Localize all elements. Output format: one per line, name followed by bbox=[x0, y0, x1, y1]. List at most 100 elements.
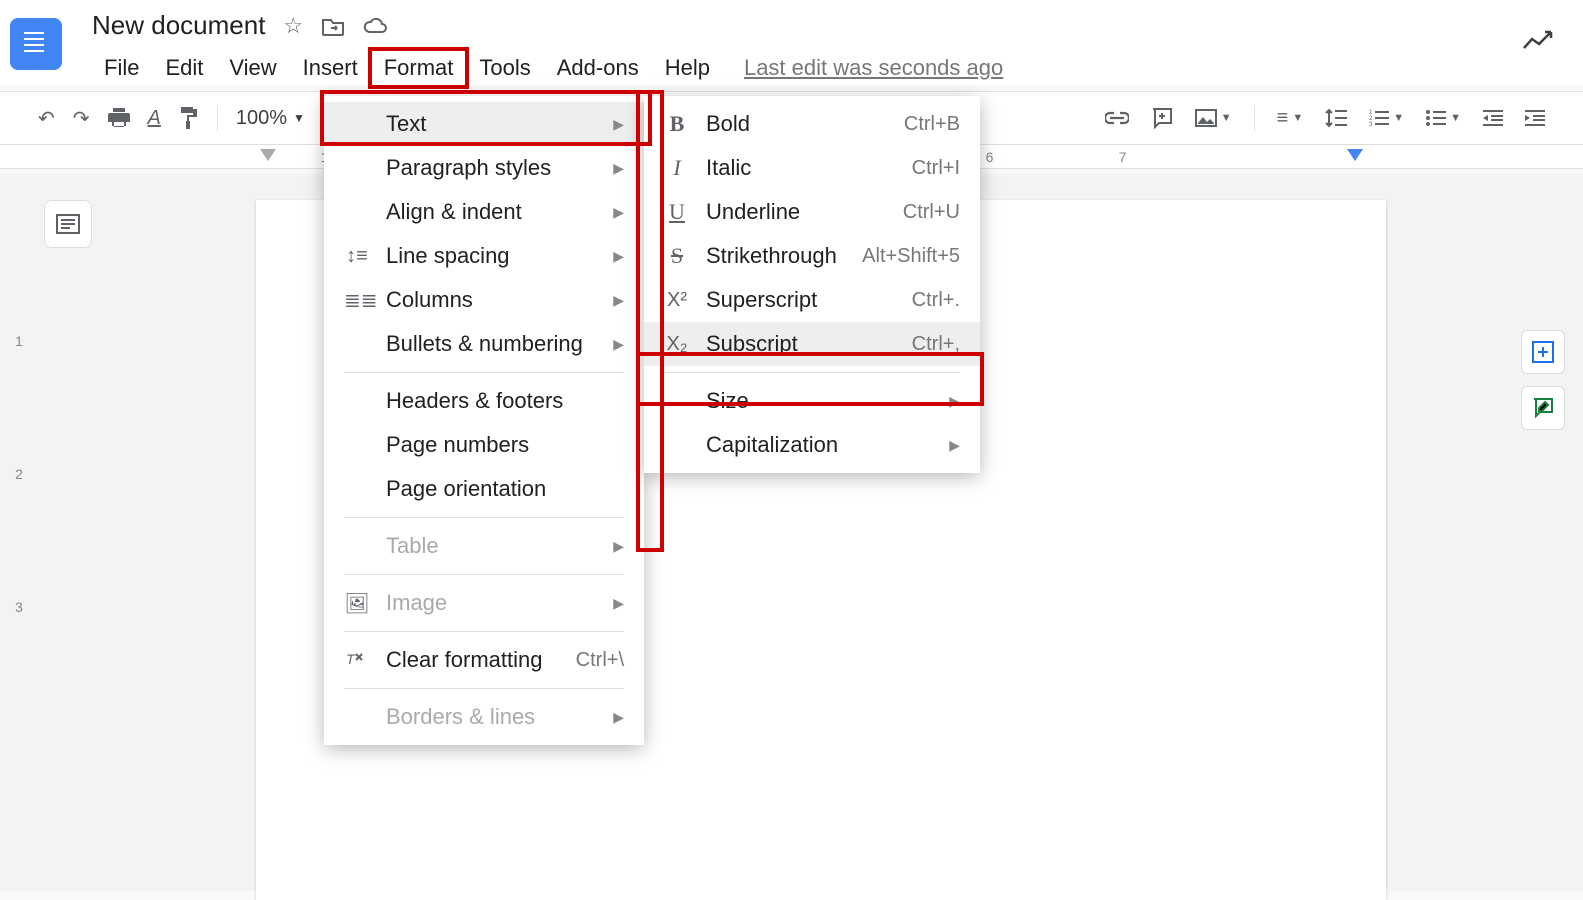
menu-item-icon: T bbox=[344, 650, 370, 670]
menu-insert[interactable]: Insert bbox=[291, 51, 370, 85]
menu-item-label: Page orientation bbox=[386, 476, 624, 502]
increase-indent-button[interactable] bbox=[1525, 109, 1545, 127]
menu-item-shortcut: Ctrl+U bbox=[903, 201, 960, 224]
undo-button[interactable]: ↶ bbox=[38, 106, 55, 131]
text-item-superscript[interactable]: X²SuperscriptCtrl+. bbox=[644, 278, 980, 322]
redo-button[interactable]: ↷ bbox=[73, 106, 90, 131]
ruler-tick: 1 bbox=[6, 333, 32, 466]
submenu-arrow-icon: ▶ bbox=[613, 336, 624, 353]
menu-item-icon: ↕≡ bbox=[344, 245, 370, 268]
text-item-subscript[interactable]: X₂SubscriptCtrl+, bbox=[644, 322, 980, 366]
ruler-tick: 2 bbox=[6, 466, 32, 599]
insert-link-button[interactable] bbox=[1105, 111, 1129, 125]
menu-item-label: Align & indent bbox=[386, 199, 597, 225]
menu-file[interactable]: File bbox=[92, 51, 151, 85]
menu-item-label: Headers & footers bbox=[386, 388, 624, 414]
menu-item-icon: ≣≣ bbox=[344, 288, 370, 313]
menu-item-shortcut: Ctrl+, bbox=[912, 333, 960, 356]
text-item-underline[interactable]: U Underline Ctrl+U bbox=[644, 190, 980, 234]
last-edit-link[interactable]: Last edit was seconds ago bbox=[744, 55, 1003, 81]
format-item-line-spacing[interactable]: ↕≡Line spacing▶ bbox=[324, 234, 644, 278]
menu-item-icon: S bbox=[664, 243, 690, 269]
menu-item-label: Superscript bbox=[706, 287, 896, 313]
menu-item-label: Strikethrough bbox=[706, 243, 846, 269]
menu-item-label: Bullets & numbering bbox=[386, 331, 597, 357]
menu-item-label: Page numbers bbox=[386, 432, 624, 458]
text-item-size[interactable]: Size ▶ bbox=[644, 379, 980, 423]
text-submenu-dropdown: B Bold Ctrl+B IItalicCtrl+I U Underline Ctrl+U… bbox=[644, 96, 980, 473]
insert-image-button[interactable]: ▼ bbox=[1195, 109, 1232, 127]
format-item-borders-lines: Borders & lines▶ bbox=[324, 695, 644, 739]
text-item-strikethrough[interactable]: S Strikethrough Alt+Shift+5 bbox=[644, 234, 980, 278]
text-item-italic[interactable]: IItalicCtrl+I bbox=[644, 146, 980, 190]
menu-item-icon: 🖼 bbox=[344, 591, 370, 616]
text-item-capitalization[interactable]: Capitalization▶ bbox=[644, 423, 980, 467]
menu-format[interactable]: Format bbox=[372, 51, 466, 85]
line-spacing-button[interactable] bbox=[1325, 108, 1347, 128]
menu-item-icon: I bbox=[664, 155, 690, 181]
print-button[interactable] bbox=[108, 108, 130, 128]
submenu-arrow-icon: ▶ bbox=[949, 393, 960, 410]
format-item-text[interactable]: Text ▶ bbox=[324, 102, 644, 146]
spellcheck-button[interactable]: A bbox=[148, 107, 161, 130]
separator bbox=[217, 105, 218, 131]
menu-item-label: Clear formatting bbox=[386, 647, 560, 673]
submenu-arrow-icon: ▶ bbox=[613, 292, 624, 309]
show-outline-button[interactable] bbox=[44, 200, 92, 248]
decrease-indent-button[interactable] bbox=[1483, 109, 1503, 127]
text-item-bold[interactable]: B Bold Ctrl+B bbox=[644, 102, 980, 146]
svg-text:3: 3 bbox=[1369, 122, 1373, 127]
doc-title[interactable]: New document bbox=[92, 10, 265, 41]
zoom-select[interactable]: 100% ▼ bbox=[236, 107, 305, 130]
menu-item-label: Size bbox=[706, 388, 933, 414]
menu-item-label: Columns bbox=[386, 287, 597, 313]
format-item-page-orientation[interactable]: Page orientation bbox=[324, 467, 644, 511]
bulleted-list-button[interactable]: ▼ bbox=[1426, 109, 1461, 127]
menu-item-label: Subscript bbox=[706, 331, 896, 357]
menu-item-shortcut: Alt+Shift+5 bbox=[862, 245, 960, 268]
format-item-headers-footers[interactable]: Headers & footers bbox=[324, 379, 644, 423]
menu-item-icon: B bbox=[664, 111, 690, 137]
menu-item-label: Text bbox=[386, 111, 597, 137]
menu-item-label: Paragraph styles bbox=[386, 155, 597, 181]
vertical-ruler[interactable]: 1 2 3 bbox=[6, 200, 32, 732]
format-item-clear-formatting[interactable]: T Clear formatting Ctrl+\ bbox=[324, 638, 644, 682]
format-item-bullets-numbering[interactable]: Bullets & numbering ▶ bbox=[324, 322, 644, 366]
format-item-paragraph-styles[interactable]: Paragraph styles▶ bbox=[324, 146, 644, 190]
format-item-columns[interactable]: ≣≣ Columns ▶ bbox=[324, 278, 644, 322]
separator bbox=[1254, 105, 1255, 131]
menu-addons[interactable]: Add-ons bbox=[545, 51, 651, 85]
menu-item-icon: U bbox=[664, 199, 690, 225]
menu-help[interactable]: Help bbox=[653, 51, 722, 85]
submenu-arrow-icon: ▶ bbox=[613, 116, 624, 133]
format-item-align-indent[interactable]: Align & indent ▶ bbox=[324, 190, 644, 234]
format-item-page-numbers[interactable]: Page numbers bbox=[324, 423, 644, 467]
menu-item-label: Table bbox=[386, 533, 597, 559]
menu-item-label: Borders & lines bbox=[386, 704, 597, 730]
submenu-arrow-icon: ▶ bbox=[613, 248, 624, 265]
indent-marker-right-icon[interactable] bbox=[1347, 149, 1363, 161]
menu-item-label: Bold bbox=[706, 111, 888, 137]
submenu-arrow-icon: ▶ bbox=[613, 595, 624, 612]
star-icon[interactable]: ☆ bbox=[283, 13, 303, 39]
submenu-arrow-icon: ▶ bbox=[613, 204, 624, 221]
menu-tools[interactable]: Tools bbox=[467, 51, 542, 85]
svg-text:T: T bbox=[346, 651, 356, 667]
add-comment-button[interactable] bbox=[1151, 107, 1173, 129]
docs-logo-icon[interactable] bbox=[10, 18, 62, 70]
explore-add-button[interactable] bbox=[1521, 330, 1565, 374]
numbered-list-button[interactable]: 123 ▼ bbox=[1369, 109, 1404, 127]
menu-edit[interactable]: Edit bbox=[153, 51, 215, 85]
menu-item-icon: X² bbox=[664, 289, 690, 312]
activity-icon[interactable] bbox=[1523, 30, 1553, 50]
suggest-edits-button[interactable] bbox=[1521, 386, 1565, 430]
align-button[interactable]: ≡ ▼ bbox=[1277, 107, 1304, 130]
menu-item-shortcut: Ctrl+\ bbox=[576, 649, 624, 672]
menu-item-shortcut: Ctrl+B bbox=[904, 113, 960, 136]
menu-item-label: Underline bbox=[706, 199, 887, 225]
paint-format-button[interactable] bbox=[179, 107, 199, 129]
move-icon[interactable] bbox=[321, 13, 345, 39]
format-item-image: 🖼Image▶ bbox=[324, 581, 644, 625]
cloud-status-icon[interactable] bbox=[363, 13, 389, 39]
menu-view[interactable]: View bbox=[217, 51, 288, 85]
